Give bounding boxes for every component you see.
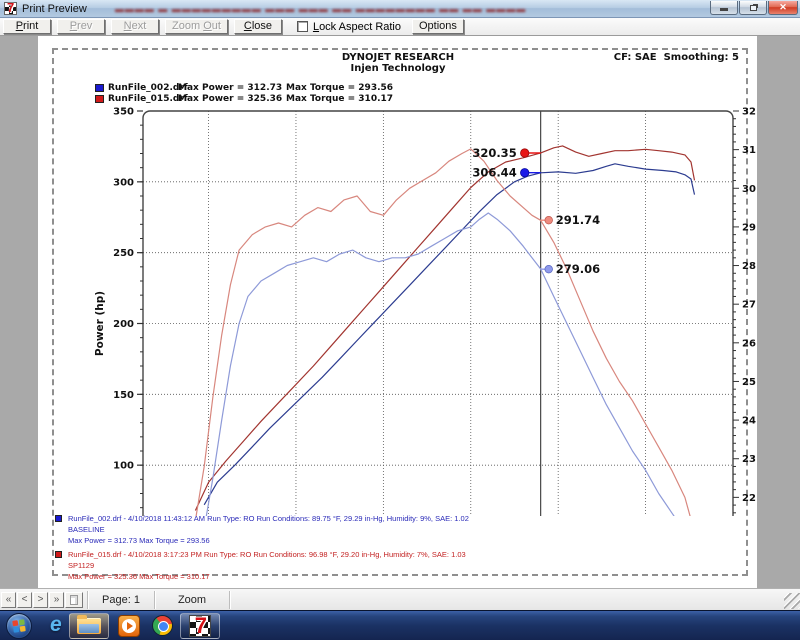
cursor-dot-306.44 — [521, 169, 529, 177]
minimize-icon — [720, 8, 728, 11]
taskbar: e 7 ▴ 11:56 AM 4/11/2018 — [0, 610, 800, 640]
cursor-value-306.44: 306.44 — [472, 166, 516, 180]
next-button[interactable]: Next — [111, 19, 159, 34]
resize-grip[interactable] — [784, 593, 800, 609]
titlebar-blurred-text: ▬▬▬▬ ▬ ▬▬▬▬▬▬▬▬▬ ▬▬▬ ▬▬▬ ▬▬ ▬▬▬▬▬▬▬▬ ▬▬ … — [115, 4, 527, 14]
taskbar-item-internet-explorer[interactable]: e — [50, 613, 62, 639]
power-axis-label: Power (hp) — [94, 291, 106, 356]
run-note-line: RunFile_002.drf - 4/10/2018 11:43:12 AM … — [68, 513, 469, 524]
cursor-value-320.35: 320.35 — [472, 146, 516, 160]
run-notes: RunFile_002.drf - 4/10/2018 11:43:12 AM … — [55, 513, 469, 585]
svg-text:200: 200 — [113, 319, 134, 330]
options-button[interactable]: Options — [412, 19, 464, 34]
restore-icon — [750, 5, 757, 11]
svg-text:300: 300 — [113, 177, 134, 188]
curve-runfile_002-torque — [204, 213, 694, 516]
curve-runfile_002-power — [204, 164, 694, 505]
svg-text:240: 240 — [742, 416, 756, 427]
lock-aspect-checkbox[interactable] — [297, 21, 308, 32]
dynojet-7-icon: 7 — [189, 615, 211, 637]
series-curves — [195, 146, 694, 516]
first-page-button[interactable]: « — [1, 592, 16, 608]
last-page-button[interactable]: » — [49, 592, 64, 608]
internet-explorer-icon: e — [50, 613, 62, 637]
start-button[interactable] — [6, 613, 32, 639]
windows-logo-icon — [7, 614, 31, 638]
svg-text:260: 260 — [742, 338, 756, 349]
close-button[interactable]: Close — [234, 19, 282, 34]
prev-button[interactable]: Prev — [57, 19, 105, 34]
run-note-line: BASELINE — [68, 524, 469, 535]
axis-ticks: 5010015020025030035021022023024025026027… — [94, 107, 756, 517]
chrome-icon — [152, 615, 173, 636]
print-button[interactable]: Print — [3, 19, 51, 34]
divider — [229, 591, 230, 609]
taskbar-item-media-player[interactable] — [118, 613, 140, 639]
svg-text:270: 270 — [742, 300, 756, 311]
taskbar-item-dynojet[interactable]: 7 — [180, 613, 220, 639]
svg-text:250: 250 — [742, 377, 756, 388]
cursor-value-279.06: 279.06 — [556, 262, 600, 276]
cursor-value-291.74: 291.74 — [556, 213, 600, 227]
media-player-icon — [118, 615, 140, 637]
run-note-line: Max Power = 312.73 Max Torque = 293.56 — [68, 535, 469, 546]
svg-text:310: 310 — [742, 145, 756, 156]
toolbar: Print Prev Next Zoom Out Close Lock Aspe… — [0, 18, 800, 36]
svg-text:350: 350 — [113, 107, 134, 118]
taskbar-item-explorer[interactable] — [69, 613, 109, 639]
close-window-button[interactable]: ✕ — [768, 1, 798, 15]
print-preview-area: DYNOJET RESEARCH Injen Technology CF: SA… — [0, 36, 800, 588]
status-bar: « < > » Page: 1 Zoom — [0, 588, 800, 610]
svg-text:230: 230 — [742, 454, 756, 465]
cursor-dot-320.35 — [521, 149, 529, 157]
cursor-dot-291.74 — [545, 216, 553, 224]
page-icon — [70, 595, 78, 605]
run-note-swatch — [55, 515, 62, 522]
run-note-baseline: RunFile_002.drf - 4/10/2018 11:43:12 AM … — [55, 513, 469, 546]
taskbar-item-chrome[interactable] — [152, 613, 173, 639]
svg-text:220: 220 — [742, 493, 756, 504]
prev-page-button[interactable]: < — [17, 592, 32, 608]
window-title: Print Preview — [22, 3, 87, 15]
svg-text:150: 150 — [113, 390, 134, 401]
minimize-button[interactable] — [710, 1, 738, 15]
close-icon: ✕ — [779, 2, 787, 13]
run-note-sp1129: RunFile_015.drf - 4/10/2018 3:17:23 PM R… — [55, 549, 469, 582]
app-icon: 7 — [4, 2, 17, 15]
zoom-out-button[interactable]: Zoom Out — [165, 19, 228, 34]
next-page-button[interactable]: > — [33, 592, 48, 608]
lock-aspect-label: Lock Aspect Ratio — [313, 21, 401, 33]
cursor-markers — [521, 149, 553, 273]
run-note-line: RunFile_015.drf - 4/10/2018 3:17:23 PM R… — [68, 549, 469, 560]
svg-text:100: 100 — [113, 461, 134, 472]
svg-text:280: 280 — [742, 261, 756, 272]
run-note-swatch — [55, 551, 62, 558]
preview-page: DYNOJET RESEARCH Injen Technology CF: SA… — [38, 36, 757, 588]
folder-icon — [77, 618, 101, 634]
cursor-dot-279.06 — [545, 265, 553, 273]
zoom-panel[interactable]: Zoom — [155, 594, 229, 606]
svg-text:290: 290 — [742, 222, 756, 233]
curve-runfile_015-power — [195, 146, 694, 511]
run-note-line: Max Power = 325.36 Max Torque = 310.17 — [68, 571, 469, 582]
dyno-chart: 5010015020025030035021022023024025026027… — [50, 42, 756, 516]
svg-text:300: 300 — [742, 184, 756, 195]
svg-text:250: 250 — [113, 248, 134, 259]
page-setup-button[interactable] — [65, 592, 83, 608]
page-number-panel: Page: 1 — [88, 594, 154, 606]
title-bar: 7 Print Preview ▬▬▬▬ ▬ ▬▬▬▬▬▬▬▬▬ ▬▬▬ ▬▬▬… — [0, 0, 800, 18]
restore-button[interactable] — [739, 1, 767, 15]
svg-text:320: 320 — [742, 107, 756, 118]
run-note-line: SP1129 — [68, 560, 469, 571]
curve-runfile_015-torque — [195, 149, 694, 516]
lock-aspect-checkbox-group[interactable]: Lock Aspect Ratio — [297, 21, 401, 33]
